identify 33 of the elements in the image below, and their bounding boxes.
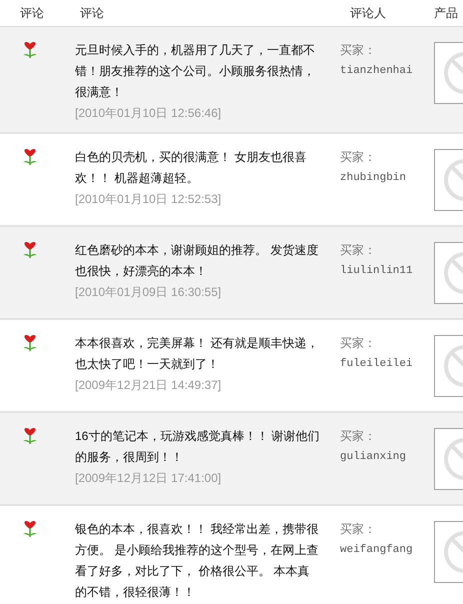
buyer-label: 买家：	[340, 428, 377, 445]
review-date: [2009年12月12日 17:41:00]	[75, 470, 222, 487]
buyer-name: tianzhenhai	[340, 64, 414, 79]
buyer-label: 买家：	[340, 149, 377, 166]
buyer-label: 买家：	[340, 242, 377, 259]
review-text: 红色磨砂的本本，谢谢顾姐的推荐。 发货速度也很快，好漂亮的本本！	[75, 242, 320, 280]
review-text: 本本很喜欢，完美屏幕！ 还有就是顺丰快递，也太快了吧！一天就到了！	[75, 335, 320, 373]
buyer-label: 买家：	[340, 521, 377, 538]
review-text: 16寸的笔记本，玩游戏感觉真棒！！ 谢谢他们的服务，很周到！！	[75, 428, 320, 466]
buyer-name: gulianxing	[340, 450, 408, 465]
column-header: 评论人	[350, 5, 387, 22]
buyer-name: zhubingbin	[340, 171, 408, 186]
review-text: 银色的本本，很喜欢！！ 我经常出差，携带很方便。 是小顾给我推荐的这个型号，在网上查看了好多，对比了下， 价格很公平。 本本真的不错，很轻很薄！！	[75, 521, 320, 601]
flower-icon	[22, 148, 38, 166]
buyer-name: weifangfang	[340, 543, 414, 558]
flower-icon	[22, 427, 38, 445]
column-header: 评论	[80, 5, 105, 22]
review-text: 元旦时候入手的，机器用了几天了，一直都不错！朋友推荐的这个公司。小顾服务很热情，很满意！	[75, 42, 316, 101]
flower-icon	[22, 520, 38, 538]
buyer-name: liulinlin11	[340, 264, 414, 279]
flower-icon	[22, 334, 38, 352]
review-date: [2010年01月10日 12:52:53]	[75, 191, 222, 208]
review-text: 白色的贝壳机，买的很满意！ 女朋友也很喜欢！！ 机器超薄超轻。	[75, 149, 308, 187]
review-date: [2010年01月10日 12:56:46]	[75, 105, 222, 122]
review-date: [2010年01月09日 16:30:55]	[75, 284, 222, 301]
flower-icon	[22, 241, 38, 259]
buyer-name: fuleileilei	[340, 357, 414, 372]
flower-icon	[22, 41, 38, 59]
buyer-label: 买家：	[340, 42, 377, 59]
buyer-label: 买家：	[340, 335, 377, 352]
column-header: 评论	[20, 5, 45, 22]
column-header: 产品	[434, 5, 458, 22]
review-date: [2009年12月21日 14:49:37]	[75, 377, 222, 394]
